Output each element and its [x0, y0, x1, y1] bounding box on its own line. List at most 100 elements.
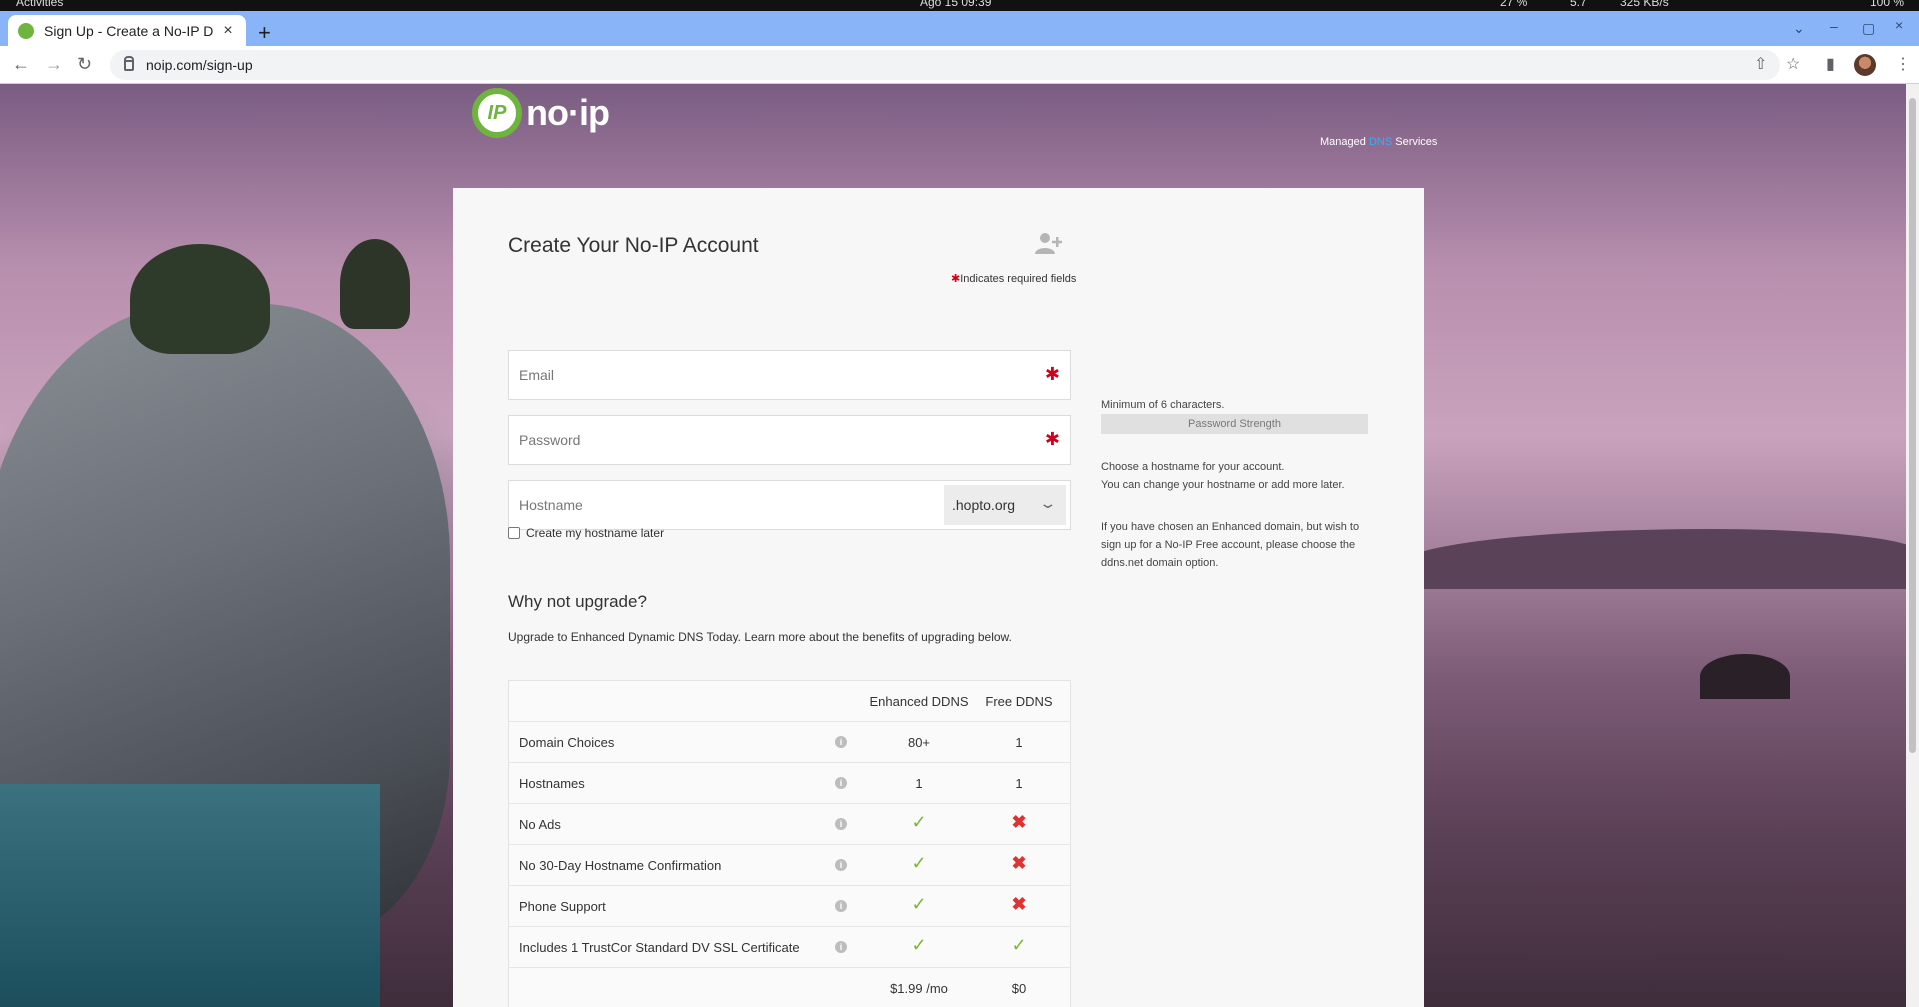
upgrade-text: Upgrade to Enhanced Dynamic DNS Today. L… [508, 630, 1012, 644]
minimize-icon[interactable]: – [1830, 18, 1838, 34]
create-later-label[interactable]: Create my hostname later [526, 526, 664, 540]
info-icon[interactable]: i [835, 900, 847, 912]
info-icon[interactable]: i [835, 736, 847, 748]
new-tab-icon[interactable]: + [258, 22, 271, 44]
table-row: Hostnames i 1 1 [509, 763, 1070, 804]
forward-icon[interactable]: → [45, 55, 63, 73]
table-row: Phone Support i ✓ ✖ [509, 886, 1070, 927]
required-icon: ✱ [951, 273, 961, 285]
bookmark-star-icon[interactable]: ☆ [1786, 57, 1800, 73]
feature-name: No 30-Day Hostname Confirmation [519, 858, 722, 873]
password-input[interactable] [509, 416, 1009, 464]
noip-logo-mark-icon: IP [472, 88, 522, 138]
price-free: $0 [1011, 981, 1027, 996]
required-note-text: Indicates required fields [960, 273, 1077, 285]
logo-text: no·ip [526, 92, 610, 133]
activities-label[interactable]: Activities [16, 0, 63, 9]
add-user-icon [1035, 233, 1062, 254]
required-icon: ✱ [1044, 429, 1060, 449]
clock[interactable]: Ago 15 09:39 [920, 0, 991, 9]
scrollbar-thumb[interactable] [1909, 98, 1916, 753]
tab-title: Sign Up - Create a No-IP D [44, 22, 214, 39]
table-row: Domain Choices i 80+ 1 [509, 722, 1070, 763]
tree-backdrop-2 [340, 239, 410, 329]
feature-name: Hostnames [519, 776, 585, 791]
page-background: IP no·ip Managed DNS Services Create You… [0, 84, 1906, 1007]
browser-toolbar: ← → ↻ noip.com/sign-up ⇧ ☆ ▮ ⋮ [0, 46, 1919, 84]
required-icon: ✱ [1044, 364, 1060, 384]
tagline: Managed DNS Services [1320, 136, 1437, 148]
enhanced-value: 80+ [907, 735, 931, 750]
net-indicator: 325 KB/s [1620, 0, 1669, 9]
maximize-icon[interactable]: ▢ [1862, 20, 1875, 37]
boulder-backdrop [1700, 654, 1790, 699]
feature-name: Includes 1 TrustCor Standard DV SSL Cert… [519, 940, 800, 955]
tab-search-chevron-icon[interactable]: ⌄ [1793, 20, 1805, 37]
hostname-hint-line2: You can change your hostname or add more… [1101, 479, 1345, 491]
cross-icon: ✖ [1011, 853, 1027, 873]
col-enhanced: Enhanced DDNS [869, 694, 969, 709]
password-strength-meter: Password Strength [1101, 414, 1368, 434]
password-field[interactable]: ✱ [508, 415, 1071, 465]
tree-backdrop [130, 244, 270, 354]
profile-avatar[interactable] [1854, 54, 1876, 76]
hostname-field[interactable]: .hopto.org ⌄ [508, 480, 1071, 530]
enhanced-value: 1 [915, 776, 923, 791]
info-icon[interactable]: i [835, 818, 847, 830]
page-scrollbar[interactable] [1906, 84, 1919, 1007]
menu-icon[interactable]: ⋮ [1895, 57, 1911, 73]
window-close-icon[interactable]: × [1895, 17, 1903, 33]
chevron-down-icon: ⌄ [1038, 495, 1058, 511]
price-row: $1.99 /mo $0 [509, 968, 1070, 1007]
feature-name: Phone Support [519, 899, 606, 914]
hostname-hint: Choose a hostname for your account. You … [1101, 458, 1371, 494]
password-hint: Minimum of 6 characters. [1101, 399, 1225, 411]
info-icon[interactable]: i [835, 859, 847, 871]
create-later-checkbox[interactable] [508, 527, 520, 539]
side-panel-icon[interactable]: ▮ [1826, 57, 1835, 73]
page-title: Create Your No-IP Account [508, 234, 759, 257]
info-icon[interactable]: i [835, 777, 847, 789]
price-enhanced: $1.99 /mo [890, 981, 948, 996]
info-icon[interactable]: i [835, 941, 847, 953]
tagline-dns: DNS [1368, 136, 1393, 148]
domain-select[interactable]: .hopto.org ⌄ [944, 485, 1066, 525]
check-icon: ✓ [911, 812, 927, 832]
lock-icon[interactable] [124, 55, 134, 71]
check-icon: ✓ [911, 853, 927, 873]
email-field[interactable]: ✱ [508, 350, 1071, 400]
table-row: No Ads i ✓ ✖ [509, 804, 1070, 845]
table-row: No 30-Day Hostname Confirmation i ✓ ✖ [509, 845, 1070, 886]
free-value: 1 [1015, 776, 1023, 791]
cross-icon: ✖ [1011, 812, 1027, 832]
signup-card: Create Your No-IP Account ✱Indicates req… [453, 188, 1424, 1007]
feature-name: Domain Choices [519, 735, 615, 750]
feature-name: No Ads [519, 817, 561, 832]
upgrade-title: Why not upgrade? [508, 592, 647, 611]
check-icon: ✓ [1011, 935, 1027, 955]
tagline-post: Services [1395, 136, 1438, 148]
browser-tab[interactable]: Sign Up - Create a No-IP D × [8, 15, 246, 46]
tab-strip: Sign Up - Create a No-IP D × + ⌄ – ▢ × [0, 11, 1919, 46]
required-fields-note: ✱Indicates required fields [951, 272, 1076, 285]
temp-indicator: 5.7 [1570, 0, 1587, 9]
back-icon[interactable]: ← [12, 55, 30, 73]
hostname-input[interactable] [509, 481, 929, 529]
cpu-indicator: 27 % [1500, 0, 1528, 9]
table-row: Includes 1 TrustCor Standard DV SSL Cert… [509, 927, 1070, 968]
water-backdrop [0, 784, 380, 1007]
noip-logo[interactable]: IP no·ip [472, 88, 610, 138]
share-icon[interactable]: ⇧ [1754, 57, 1767, 73]
hills-backdrop [1400, 529, 1906, 589]
battery-indicator: 100 % [1870, 0, 1905, 9]
address-bar[interactable]: noip.com/sign-up [110, 50, 1780, 80]
check-icon: ✓ [911, 894, 927, 914]
email-input[interactable] [509, 351, 1009, 399]
reload-icon[interactable]: ↻ [77, 55, 92, 73]
create-hostname-later[interactable]: Create my hostname later [508, 526, 664, 540]
close-icon[interactable]: × [220, 22, 236, 40]
enhanced-domain-note: If you have chosen an Enhanced domain, b… [1101, 521, 1360, 569]
comparison-table: Enhanced DDNS Free DDNS Domain Choices i… [508, 680, 1071, 1007]
url-text: noip.com/sign-up [146, 57, 253, 73]
noip-favicon-icon [18, 22, 34, 39]
